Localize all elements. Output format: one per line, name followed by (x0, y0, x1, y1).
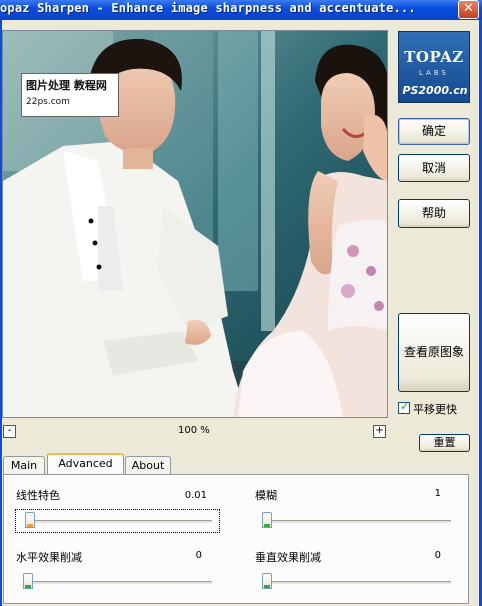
pan-faster-label: 平移更快 (413, 403, 457, 416)
tab-about[interactable]: About (125, 456, 171, 475)
tab-advanced[interactable]: Advanced (47, 453, 124, 475)
linear-feature-value: 0.01 (184, 490, 207, 501)
blur-value: 1 (434, 488, 441, 499)
tab-main[interactable]: Main (3, 456, 45, 475)
help-button[interactable]: 帮助 (398, 199, 470, 228)
zoom-out-button[interactable]: - (3, 425, 16, 438)
topaz-logo: TOPAZ LABS PS2000.cn (398, 31, 470, 103)
watermark-text: 图片处理 教程网 (26, 79, 107, 92)
logo-site: PS2000.cn (402, 84, 468, 97)
view-original-button[interactable]: 查看原图象 (398, 313, 470, 392)
ok-button[interactable]: 确定 (398, 118, 470, 145)
linear-feature-track[interactable] (26, 520, 212, 524)
vertical-reduction-track[interactable] (265, 581, 451, 585)
linear-feature-label: 线性特色 (16, 489, 60, 502)
advanced-panel: 线性特色 0.01 模糊 1 水平效果削减 0 垂直效果削减 0 (3, 474, 469, 604)
blur-track[interactable] (265, 520, 451, 524)
pan-faster-checkbox[interactable]: ✓ (398, 400, 410, 414)
vertical-reduction-label: 垂直效果削减 (255, 551, 321, 564)
blur-label: 模糊 (255, 489, 277, 502)
window-title: opaz Sharpen - Enhance image sharpness a… (0, 1, 416, 15)
close-icon: ✕ (463, 1, 474, 16)
logo-name: TOPAZ (404, 48, 464, 66)
horizontal-reduction-label: 水平效果削减 (16, 551, 82, 564)
close-button[interactable]: ✕ (458, 0, 479, 19)
horizontal-reduction-value: 0 (195, 550, 202, 561)
vertical-reduction-slider[interactable] (262, 573, 272, 589)
cancel-button[interactable]: 取消 (398, 154, 470, 182)
zoom-level: 100 % (178, 425, 210, 436)
horizontal-reduction-track[interactable] (26, 581, 212, 585)
preview-image[interactable]: 图片处理 教程网 22ps.com (2, 30, 388, 418)
title-bar[interactable]: opaz Sharpen - Enhance image sharpness a… (0, 0, 482, 20)
zoom-in-button[interactable]: + (373, 425, 386, 438)
horizontal-reduction-slider[interactable] (23, 573, 33, 589)
logo-subtitle: LABS (419, 69, 449, 77)
watermark-url: 22ps.com (26, 97, 70, 107)
checkmark-icon: ✓ (400, 400, 410, 413)
vertical-reduction-value: 0 (434, 550, 441, 561)
blur-slider[interactable] (262, 512, 272, 528)
linear-feature-slider[interactable] (25, 512, 35, 528)
reset-button[interactable]: 重置 (419, 434, 470, 452)
watermark: 图片处理 教程网 22ps.com (21, 73, 119, 117)
